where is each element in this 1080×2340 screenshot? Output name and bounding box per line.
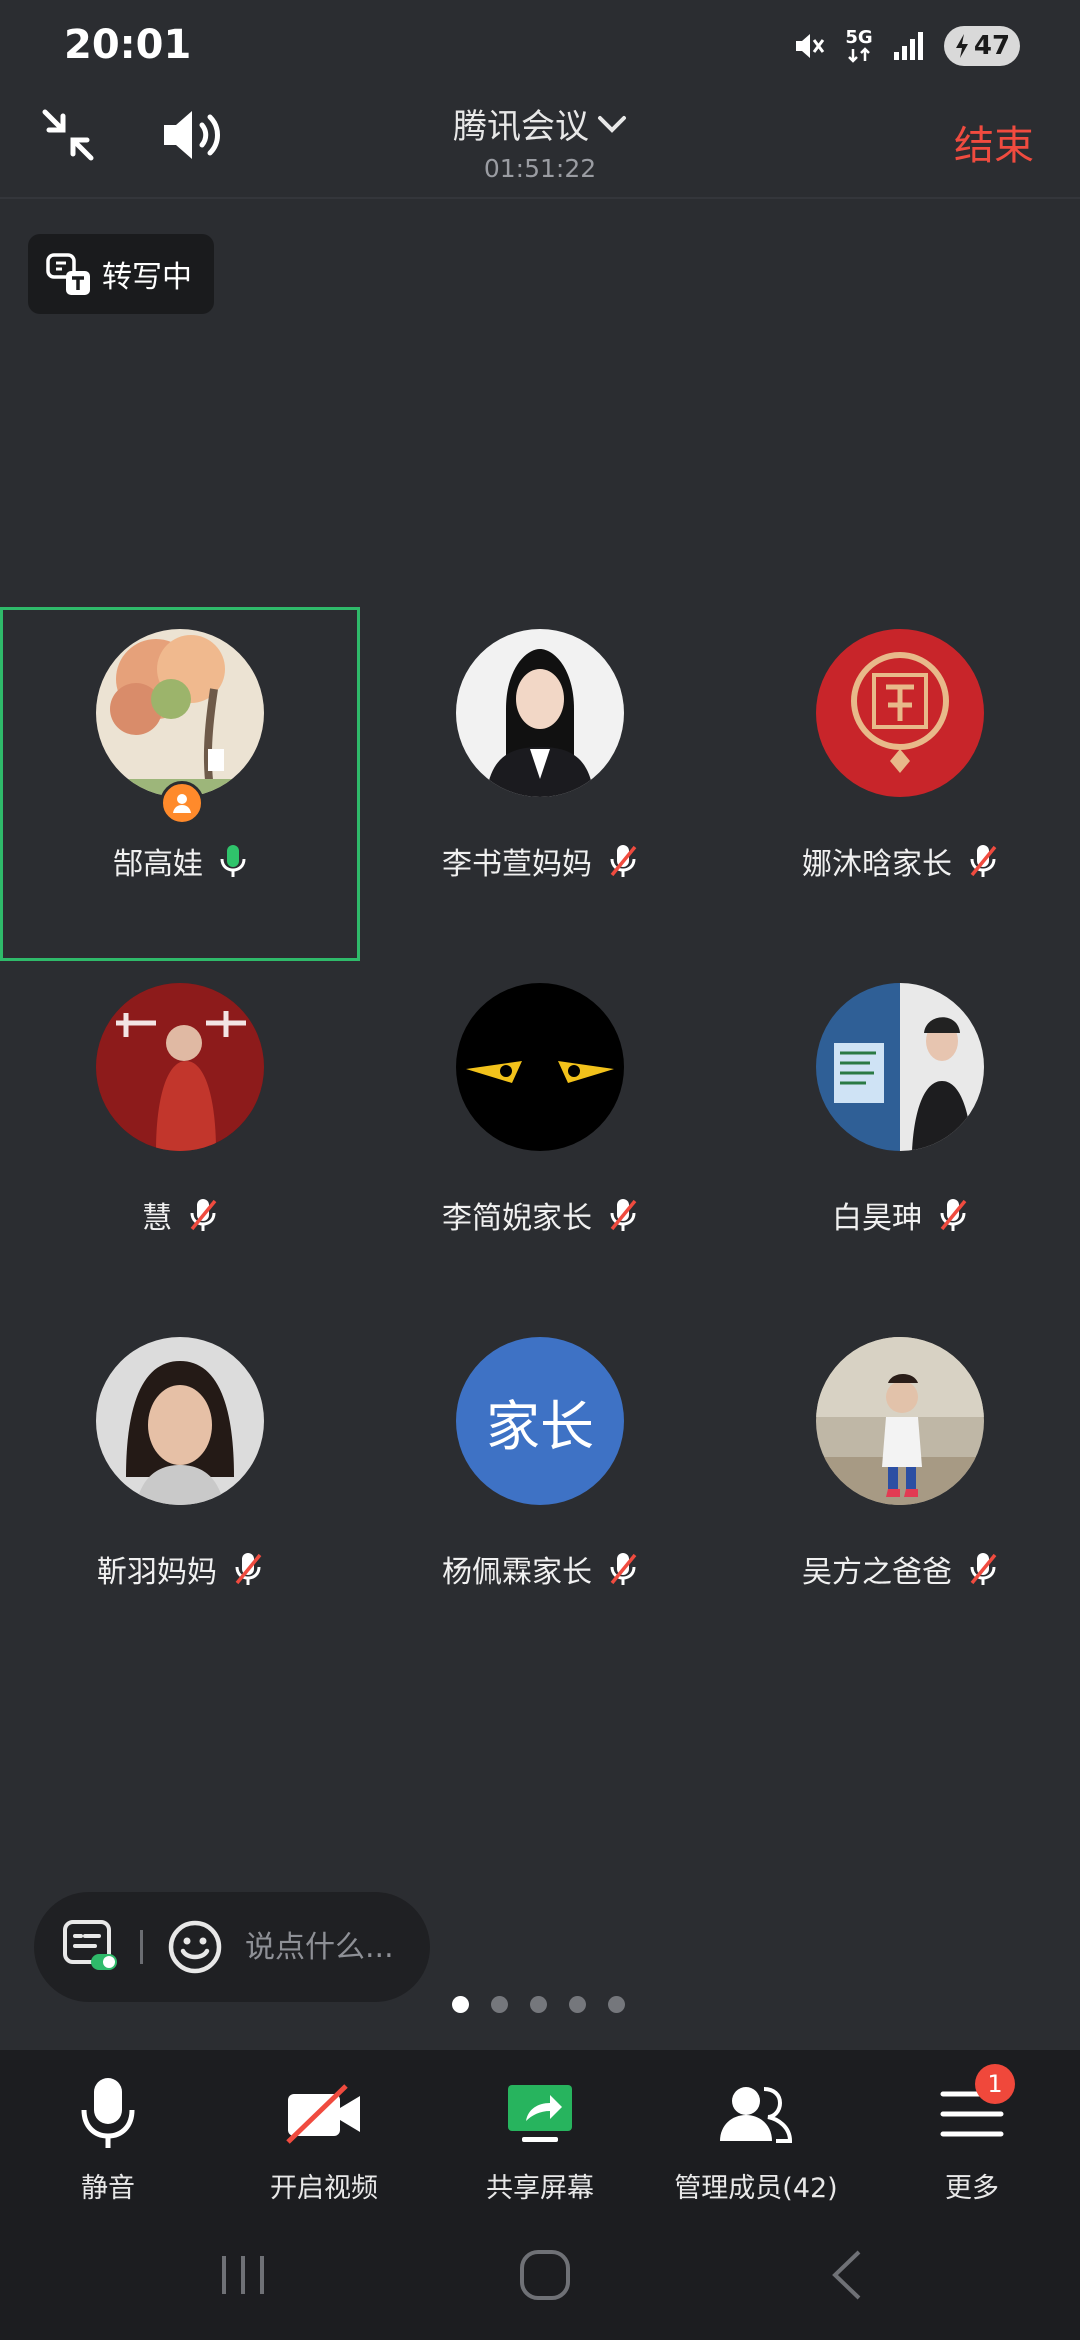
video-off-icon	[286, 2084, 360, 2144]
more-label: 更多	[945, 2173, 999, 2204]
share-screen-icon	[508, 2085, 572, 2142]
collapse-arrows-icon	[42, 109, 94, 161]
chat-input[interactable]	[245, 1929, 405, 1965]
participant-tile[interactable]: 李简婗家长	[360, 961, 720, 1315]
emoji-icon	[168, 1920, 222, 1974]
host-badge	[160, 781, 204, 825]
letter-avatar: 家长	[456, 1337, 624, 1505]
mic-muted-icon	[233, 1551, 263, 1587]
participant-name: 娜沐晗家长	[802, 847, 952, 882]
signal-icon	[892, 30, 926, 62]
mic-muted-icon	[608, 1197, 638, 1233]
chat-bar	[34, 1892, 430, 2002]
participant-tile[interactable]: 郜高娃	[0, 607, 360, 961]
chat-toggle-button[interactable]	[60, 1917, 120, 1977]
start-video-button[interactable]: 开启视频	[216, 2074, 432, 2244]
mic-muted-icon	[938, 1197, 968, 1233]
network-5g-icon: 5G	[844, 29, 874, 63]
transcribe-badge[interactable]: 转写中	[28, 234, 214, 314]
mic-muted-icon	[188, 1197, 218, 1233]
minimize-button[interactable]	[36, 103, 100, 167]
system-nav-bar	[0, 2220, 1080, 2330]
recent-apps-button[interactable]	[198, 2240, 288, 2310]
battery-indicator: 47	[944, 26, 1020, 66]
speaker-button[interactable]	[158, 103, 226, 167]
participant-grid: 郜高娃 李书萱妈妈 娜沐晗家长 慧 李简婗家长 白昊珅 靳羽妈妈 家长 杨佩霖家…	[0, 607, 1080, 1667]
participant-name: 靳羽妈妈	[97, 1555, 217, 1590]
participant-avatar: 家长	[456, 1337, 624, 1505]
page-dot[interactable]	[608, 1996, 625, 2013]
page-dot[interactable]	[452, 1996, 469, 2013]
meeting-title: 腾讯会议	[453, 107, 589, 147]
participant-name: 吴方之爸爸	[802, 1555, 952, 1590]
members-icon	[720, 2087, 793, 2143]
participant-avatar	[456, 629, 624, 797]
participant-avatar	[96, 629, 264, 797]
participant-avatar	[96, 983, 264, 1151]
transcribe-icon	[46, 253, 90, 295]
mic-muted-icon	[968, 1551, 998, 1587]
page-dot[interactable]	[569, 1996, 586, 2013]
share-screen-label: 共享屏幕	[486, 2173, 594, 2204]
participant-avatar	[816, 983, 984, 1151]
notification-badge: 1	[975, 2064, 1015, 2104]
status-icons: 5G 47	[792, 26, 1020, 66]
participant-name: 杨佩霖家长	[442, 1555, 592, 1590]
participant-tile[interactable]: 吴方之爸爸	[720, 1315, 1080, 1669]
page-dot[interactable]	[530, 1996, 547, 2013]
mic-active-icon	[219, 843, 247, 879]
speaker-icon	[164, 111, 220, 159]
mute-ringer-icon	[792, 29, 826, 63]
share-screen-button[interactable]: 共享屏幕	[432, 2074, 648, 2244]
status-bar: 20:01 5G 47	[0, 0, 1080, 95]
participant-avatar	[816, 629, 984, 797]
participant-name: 李简婗家长	[442, 1201, 592, 1236]
mute-label: 静音	[81, 2173, 135, 2204]
microphone-icon	[81, 2078, 135, 2148]
participant-avatar	[456, 983, 624, 1151]
participant-tile[interactable]: 靳羽妈妈	[0, 1315, 360, 1669]
emoji-button[interactable]	[165, 1917, 225, 1977]
participant-avatar	[816, 1337, 984, 1505]
home-icon	[520, 2250, 570, 2300]
home-button[interactable]	[500, 2240, 590, 2310]
participant-tile[interactable]: 家长 杨佩霖家长	[360, 1315, 720, 1669]
host-person-icon	[173, 794, 191, 813]
end-meeting-button[interactable]: 结束	[954, 113, 1034, 171]
chat-settings-icon	[63, 1920, 117, 1970]
participant-name: 郜高娃	[113, 847, 203, 882]
participant-tile[interactable]: 娜沐晗家长	[720, 607, 1080, 961]
participant-name: 慧	[142, 1201, 172, 1236]
meeting-timer: 01:51:22	[483, 154, 597, 183]
mic-muted-icon	[608, 843, 638, 879]
page-dot[interactable]	[491, 1996, 508, 2013]
header-divider	[0, 197, 1080, 199]
mic-muted-icon	[968, 843, 998, 879]
mic-muted-icon	[608, 1551, 638, 1587]
start-video-label: 开启视频	[270, 2173, 378, 2204]
battery-level: 47	[973, 31, 1011, 61]
charging-icon	[955, 34, 968, 58]
participant-avatar	[96, 1337, 264, 1505]
manage-members-label: 管理成员(42)	[674, 2173, 838, 2204]
participant-name: 白昊珅	[832, 1201, 922, 1236]
participant-tile[interactable]: 李书萱妈妈	[360, 607, 720, 961]
back-arrow-icon	[832, 2250, 861, 2300]
participant-tile[interactable]: 白昊珅	[720, 961, 1080, 1315]
bottom-toolbar: 静音 开启视频 共享屏幕 管理成员(42) 1 更多	[0, 2050, 1080, 2340]
mute-button[interactable]: 静音	[0, 2074, 216, 2244]
recent-apps-icon	[222, 2256, 264, 2294]
participant-name: 李书萱妈妈	[442, 847, 592, 882]
page-indicator	[452, 1996, 625, 2013]
transcribe-label: 转写中	[102, 260, 192, 295]
participant-tile[interactable]: 慧	[0, 961, 360, 1315]
meeting-header: 腾讯会议 01:51:22 结束	[0, 95, 1080, 197]
manage-members-button[interactable]: 管理成员(42)	[648, 2074, 864, 2244]
status-time: 20:01	[64, 22, 192, 68]
chevron-down-icon	[598, 115, 626, 133]
chat-separator	[140, 1930, 143, 1964]
meeting-title-group[interactable]: 腾讯会议 01:51:22	[340, 95, 740, 183]
back-button[interactable]	[802, 2240, 892, 2310]
more-button[interactable]: 1 更多	[864, 2064, 1080, 2244]
